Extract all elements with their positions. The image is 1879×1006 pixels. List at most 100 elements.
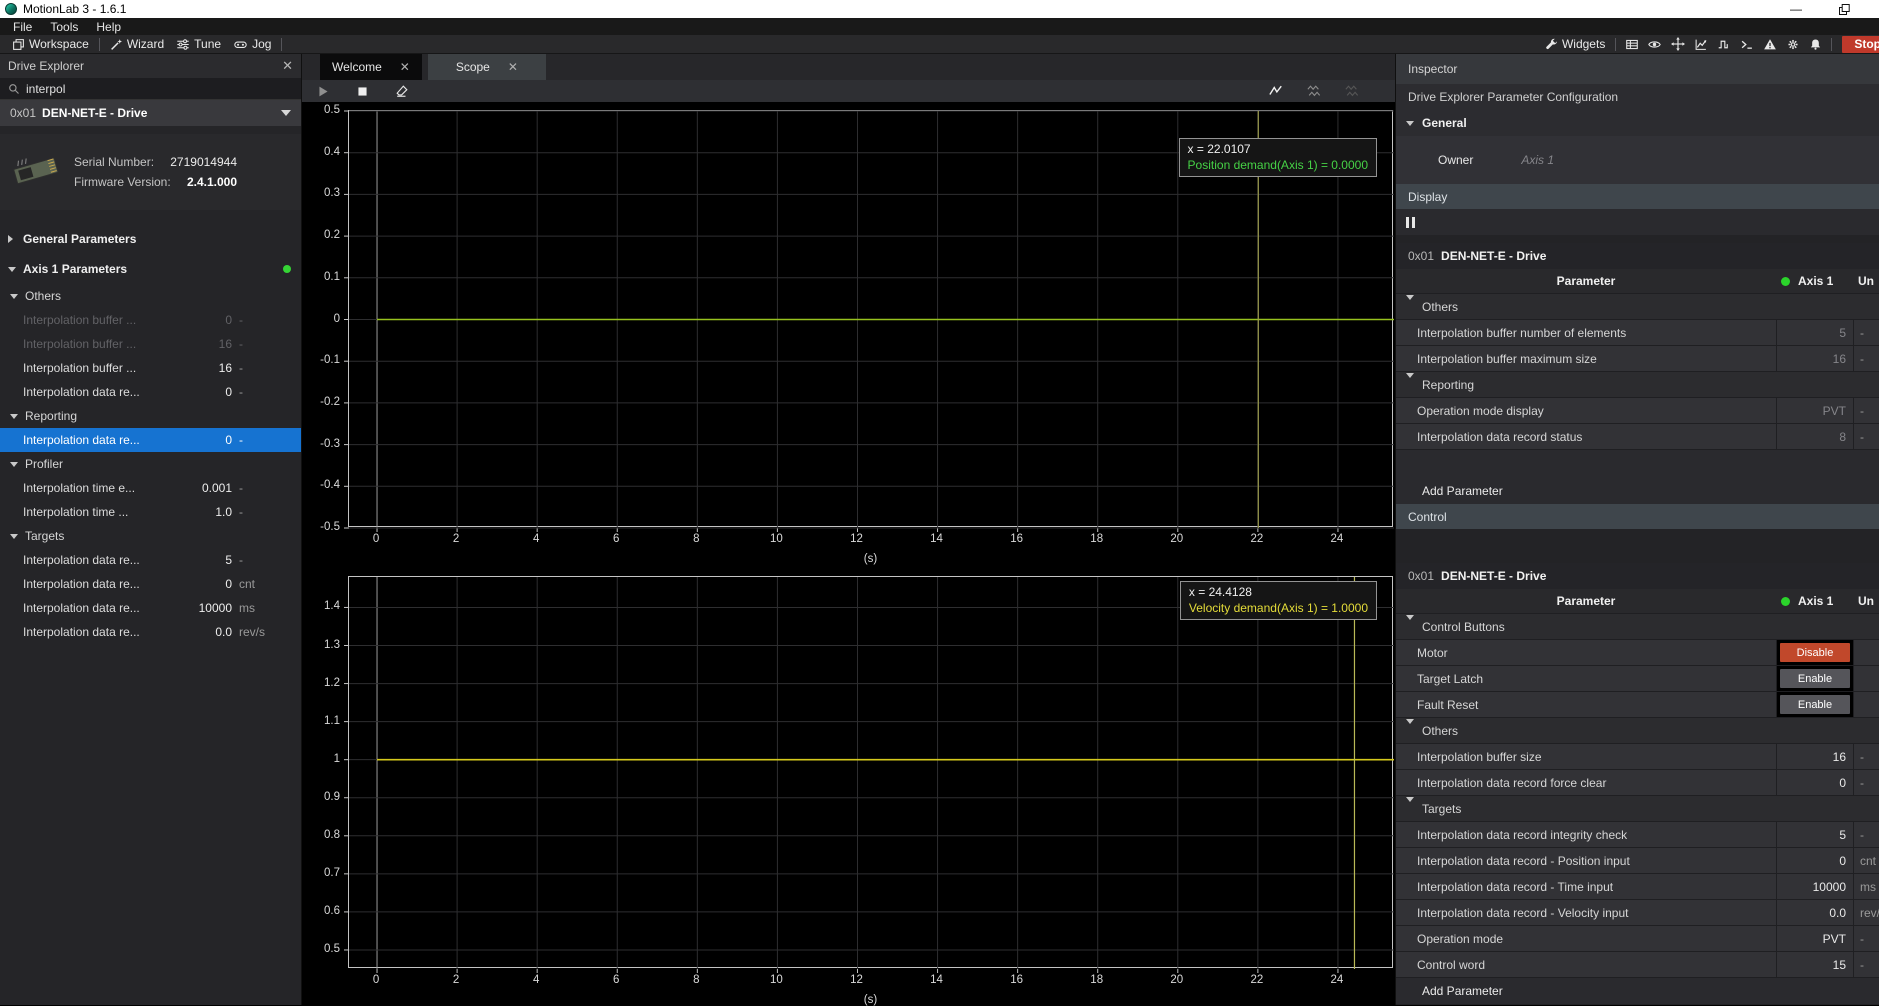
chart-icon[interactable]	[1689, 38, 1712, 51]
widgets-button[interactable]: Widgets	[1539, 37, 1611, 51]
parameter-row[interactable]: Operation mode displayPVT-	[1396, 398, 1879, 424]
tab-welcome[interactable]: Welcome✕	[320, 54, 422, 80]
parameter-group-row[interactable]: Reporting	[1396, 372, 1879, 398]
parameter-row[interactable]: Interpolation data record - Time input10…	[1396, 874, 1879, 900]
curves-stacked-icon[interactable]	[1302, 84, 1325, 98]
tree-group-row[interactable]: Reporting	[0, 404, 301, 428]
y-axis-tick: 0.4	[296, 146, 340, 158]
parameter-label: Motor	[1417, 646, 1448, 660]
parameter-row[interactable]: Fault ResetEnable	[1396, 692, 1879, 718]
tree-param-row[interactable]: Interpolation data re...0-	[0, 428, 301, 452]
parameter-group-row[interactable]: Others	[1396, 294, 1879, 320]
toolbar-wizard-button[interactable]: Wizard	[104, 37, 170, 51]
parameter-tree: General ParametersAxis 1 ParametersOther…	[0, 224, 301, 1005]
tree-param-row[interactable]: Interpolation data re...0.0rev/s	[0, 620, 301, 644]
close-icon[interactable]: ✕	[282, 58, 293, 74]
parameter-group-row[interactable]: Targets	[1396, 796, 1879, 822]
scope-plot-1[interactable]	[348, 576, 1393, 968]
inspector-title: Inspector	[1396, 54, 1879, 84]
tree-param-row[interactable]: Interpolation data re...0cnt	[0, 572, 301, 596]
parameter-row[interactable]: Target LatchEnable	[1396, 666, 1879, 692]
tree-group-row[interactable]: Others	[0, 284, 301, 308]
tree-item-unit: cnt	[239, 577, 255, 591]
parameter-row[interactable]: Interpolation data record force clear0-	[1396, 770, 1879, 796]
parameter-group-row[interactable]: Control Buttons	[1396, 614, 1879, 640]
tree-group-row[interactable]: Profiler	[0, 452, 301, 476]
minimize-button[interactable]: —	[1787, 2, 1805, 16]
tree-param-row[interactable]: Interpolation data re...5-	[0, 548, 301, 572]
table-icon[interactable]	[1620, 38, 1643, 51]
terminal-icon[interactable]	[1735, 38, 1758, 51]
parameter-row[interactable]: Interpolation buffer size16-	[1396, 744, 1879, 770]
pause-icon[interactable]	[1406, 217, 1415, 228]
parameter-row[interactable]: Control word15-	[1396, 952, 1879, 978]
tab-label: Scope	[456, 60, 490, 74]
inspector-sections: Display0x01DEN-NET-E - DriveParameterAxi…	[1396, 184, 1879, 1005]
add-parameter-button[interactable]: Add Parameter	[1396, 478, 1879, 504]
parameter-row[interactable]: Interpolation data record integrity chec…	[1396, 822, 1879, 848]
tree-param-row[interactable]: Interpolation buffer ...0-	[0, 308, 301, 332]
tree-item-unit: -	[239, 553, 243, 567]
wave-icon[interactable]	[1712, 38, 1735, 51]
menu-help[interactable]: Help	[87, 20, 130, 34]
tree-item-label: Interpolation data re...	[23, 385, 140, 399]
tab-bar: Welcome✕ Scope ✕	[302, 54, 1395, 80]
move-icon[interactable]	[1666, 37, 1689, 51]
toolbar-workspace-button[interactable]: Workspace	[6, 37, 95, 51]
parameter-value-cell: PVT	[1776, 926, 1853, 951]
toolbar-separator	[1831, 38, 1832, 51]
tree-section-row[interactable]: Axis 1 Parameters	[0, 254, 301, 284]
parameter-unit	[1853, 666, 1879, 691]
drive-selector[interactable]: 0x01 DEN-NET-E - Drive	[0, 100, 301, 126]
fault-reset-enable-button[interactable]: Enable	[1780, 695, 1850, 714]
toolbar-tune-button[interactable]: Tune	[170, 37, 227, 51]
tab-close-icon[interactable]: ✕	[400, 60, 410, 74]
parameter-button-cell: Enable	[1776, 692, 1853, 717]
tree-param-row[interactable]: Interpolation time ...1.0-	[0, 500, 301, 524]
curves-split-icon[interactable]	[1340, 84, 1363, 98]
warning-icon[interactable]	[1758, 38, 1781, 51]
tree-section-row[interactable]: General Parameters	[0, 224, 301, 254]
x-axis-tick: 22	[1235, 533, 1279, 545]
bell-icon[interactable]	[1804, 38, 1827, 51]
parameter-row[interactable]: Interpolation data record - Position inp…	[1396, 848, 1879, 874]
gear-icon[interactable]	[1781, 38, 1804, 51]
stop-button[interactable]: Stop	[1842, 36, 1879, 53]
restore-button[interactable]	[1835, 4, 1853, 15]
curve-single-icon[interactable]	[1264, 84, 1287, 98]
parameter-row[interactable]: Interpolation data record - Velocity inp…	[1396, 900, 1879, 926]
motor-disable-button[interactable]: Disable	[1780, 643, 1850, 662]
inspector-general-section[interactable]: General	[1396, 110, 1879, 136]
add-parameter-button[interactable]: Add Parameter	[1396, 978, 1879, 1004]
parameter-group-row[interactable]: Others	[1396, 718, 1879, 744]
toolbar-jog-button[interactable]: Jog	[227, 37, 277, 51]
play-icon[interactable]	[312, 85, 335, 98]
menu-tools[interactable]: Tools	[41, 20, 87, 34]
tree-item-label: Interpolation time ...	[23, 505, 128, 519]
tree-group-row[interactable]: Targets	[0, 524, 301, 548]
target-latch-enable-button[interactable]: Enable	[1780, 669, 1850, 688]
tree-param-row[interactable]: Interpolation data re...0-	[0, 380, 301, 404]
tab-scope[interactable]: Scope ✕	[428, 54, 546, 80]
stop-icon[interactable]	[351, 85, 374, 98]
eye-icon[interactable]	[1643, 38, 1666, 51]
tree-param-row[interactable]: Interpolation buffer ...16-	[0, 332, 301, 356]
parameter-row[interactable]: Interpolation buffer number of elements5…	[1396, 320, 1879, 346]
tree-param-row[interactable]: Interpolation buffer ...16-	[0, 356, 301, 380]
tree-param-row[interactable]: Interpolation time e...0.001-	[0, 476, 301, 500]
tab-close-icon[interactable]: ✕	[508, 60, 518, 74]
parameter-row[interactable]: Interpolation buffer maximum size16-	[1396, 346, 1879, 372]
parameter-row[interactable]: Operation modePVT-	[1396, 926, 1879, 952]
tree-param-row[interactable]: Interpolation data re...10000ms	[0, 596, 301, 620]
tree-item-value: 16	[142, 337, 232, 351]
y-axis-tick: 1.4	[296, 600, 340, 612]
parameter-row[interactable]: Interpolation data record status8-	[1396, 424, 1879, 450]
x-axis-label: (s)	[841, 994, 901, 1006]
x-axis-tick: 10	[754, 533, 798, 545]
menu-file[interactable]: File	[4, 20, 41, 34]
x-axis-tick: 16	[995, 974, 1039, 986]
clear-eraser-icon[interactable]	[390, 84, 413, 98]
parameter-button-cell: Disable	[1776, 640, 1853, 665]
parameter-row[interactable]: Motor Disable	[1396, 640, 1879, 666]
search-input[interactable]: interpol	[0, 78, 301, 100]
